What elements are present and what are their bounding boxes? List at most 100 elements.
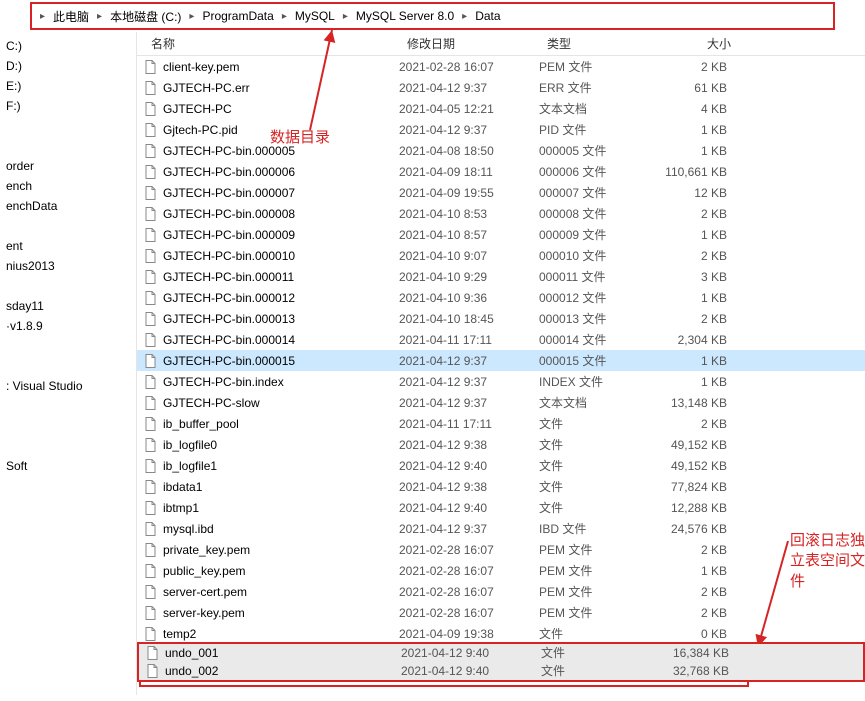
chevron-right-icon: ▸ <box>187 11 196 22</box>
col-header-size[interactable]: 大小 <box>649 35 739 52</box>
file-row[interactable]: GJTECH-PC-bin.0000092021-04-10 8:5700000… <box>137 224 865 245</box>
file-row[interactable]: undo_0022021-04-12 9:40文件32,768 KB <box>137 661 865 682</box>
file-row[interactable]: GJTECH-PC-bin.0000122021-04-10 9:3600001… <box>137 287 865 308</box>
file-size: 1 KB <box>649 144 727 158</box>
file-name: server-key.pem <box>163 606 399 620</box>
file-type: ERR 文件 <box>539 79 649 96</box>
file-icon <box>143 143 159 159</box>
file-date: 2021-04-10 9:07 <box>399 249 539 263</box>
sidebar-item[interactable]: ench <box>0 176 136 196</box>
file-name: mysql.ibd <box>163 522 399 536</box>
crumb-mysql[interactable]: MySQL <box>289 9 341 23</box>
sidebar-item[interactable]: Soft <box>0 456 136 476</box>
file-row[interactable]: temp22021-04-09 19:38文件0 KB <box>137 623 865 644</box>
file-type: 文件 <box>539 499 649 516</box>
file-row[interactable]: ib_buffer_pool2021-04-11 17:11文件2 KB <box>137 413 865 434</box>
file-row[interactable]: client-key.pem2021-02-28 16:07PEM 文件2 KB <box>137 56 865 77</box>
crumb-data[interactable]: Data <box>469 9 506 23</box>
file-date: 2021-04-12 9:38 <box>399 438 539 452</box>
file-name: GJTECH-PC.err <box>163 81 399 95</box>
crumb-drive-c[interactable]: 本地磁盘 (C:) <box>104 8 187 25</box>
file-icon <box>143 122 159 138</box>
file-type: PID 文件 <box>539 121 649 138</box>
file-size: 0 KB <box>649 627 727 641</box>
file-row[interactable]: ibtmp12021-04-12 9:40文件12,288 KB <box>137 497 865 518</box>
sidebar-item[interactable]: order <box>0 156 136 176</box>
file-type: 文件 <box>539 436 649 453</box>
file-size: 4 KB <box>649 102 727 116</box>
sidebar-item <box>0 416 136 436</box>
sidebar-item[interactable]: E:) <box>0 76 136 96</box>
file-name: GJTECH-PC-bin.000013 <box>163 312 399 326</box>
file-row[interactable]: GJTECH-PC-bin.index2021-04-12 9:37INDEX … <box>137 371 865 392</box>
file-row[interactable]: GJTECH-PC-bin.0000142021-04-11 17:110000… <box>137 329 865 350</box>
file-date: 2021-04-12 9:37 <box>399 81 539 95</box>
crumb-this-pc[interactable]: 此电脑 <box>47 8 95 25</box>
file-icon <box>143 227 159 243</box>
nav-sidebar[interactable]: C:)D:)E:)F:) orderenchenchData entnius20… <box>0 32 137 695</box>
file-size: 2 KB <box>649 249 727 263</box>
file-date: 2021-04-10 18:45 <box>399 312 539 326</box>
sidebar-item[interactable]: D:) <box>0 56 136 76</box>
file-row[interactable]: GJTECH-PC-bin.0000082021-04-10 8:5300000… <box>137 203 865 224</box>
file-row[interactable]: ib_logfile02021-04-12 9:38文件49,152 KB <box>137 434 865 455</box>
file-size: 2 KB <box>649 312 727 326</box>
file-date: 2021-04-12 9:40 <box>401 646 541 660</box>
file-row[interactable]: ibdata12021-04-12 9:38文件77,824 KB <box>137 476 865 497</box>
file-row[interactable]: GJTECH-PC-bin.0000152021-04-12 9:3700001… <box>137 350 865 371</box>
file-icon <box>143 269 159 285</box>
sidebar-item[interactable]: nius2013 <box>0 256 136 276</box>
sidebar-item[interactable]: enchData <box>0 196 136 216</box>
file-type: PEM 文件 <box>539 604 649 621</box>
sidebar-item <box>0 396 136 416</box>
breadcrumb[interactable]: ▸ 此电脑 ▸ 本地磁盘 (C:) ▸ ProgramData ▸ MySQL … <box>30 2 835 30</box>
file-type: INDEX 文件 <box>539 373 649 390</box>
file-size: 2 KB <box>649 606 727 620</box>
crumb-programdata[interactable]: ProgramData <box>196 9 279 23</box>
file-icon <box>143 521 159 537</box>
sidebar-item[interactable]: C:) <box>0 36 136 56</box>
file-row[interactable]: public_key.pem2021-02-28 16:07PEM 文件1 KB <box>137 560 865 581</box>
file-row[interactable]: GJTECH-PC-bin.0000072021-04-09 19:550000… <box>137 182 865 203</box>
sidebar-item[interactable]: ent <box>0 236 136 256</box>
sidebar-item <box>0 216 136 236</box>
file-size: 32,768 KB <box>651 664 729 678</box>
file-row[interactable]: mysql.ibd2021-04-12 9:37IBD 文件24,576 KB <box>137 518 865 539</box>
file-row[interactable]: GJTECH-PC.err2021-04-12 9:37ERR 文件61 KB <box>137 77 865 98</box>
chevron-right-icon: ▸ <box>460 11 469 22</box>
sidebar-item[interactable]: ·v1.8.9 <box>0 316 136 336</box>
file-row[interactable]: GJTECH-PC-bin.0000112021-04-10 9:2900001… <box>137 266 865 287</box>
file-date: 2021-04-12 9:37 <box>399 354 539 368</box>
file-row[interactable]: server-cert.pem2021-02-28 16:07PEM 文件2 K… <box>137 581 865 602</box>
file-date: 2021-04-10 8:57 <box>399 228 539 242</box>
col-header-type[interactable]: 类型 <box>539 35 649 52</box>
file-name: GJTECH-PC-bin.000007 <box>163 186 399 200</box>
file-date: 2021-02-28 16:07 <box>399 564 539 578</box>
file-row[interactable]: ib_logfile12021-04-12 9:40文件49,152 KB <box>137 455 865 476</box>
file-row[interactable]: GJTECH-PC2021-04-05 12:21文本文档4 KB <box>137 98 865 119</box>
file-icon <box>143 290 159 306</box>
file-row[interactable]: server-key.pem2021-02-28 16:07PEM 文件2 KB <box>137 602 865 623</box>
col-header-date[interactable]: 修改日期 <box>399 35 539 52</box>
sidebar-item[interactable]: sday11 <box>0 296 136 316</box>
file-row[interactable]: GJTECH-PC-bin.0000102021-04-10 9:0700001… <box>137 245 865 266</box>
file-date: 2021-04-09 19:55 <box>399 186 539 200</box>
file-list-pane: 名称 修改日期 类型 大小 client-key.pem2021-02-28 1… <box>137 32 865 695</box>
file-row[interactable]: GJTECH-PC-bin.0000062021-04-09 18:110000… <box>137 161 865 182</box>
crumb-mysql-server[interactable]: MySQL Server 8.0 <box>350 9 460 23</box>
sidebar-item <box>0 276 136 296</box>
sidebar-item[interactable]: F:) <box>0 96 136 116</box>
file-name: GJTECH-PC-bin.000014 <box>163 333 399 347</box>
file-rows: client-key.pem2021-02-28 16:07PEM 文件2 KB… <box>137 56 865 682</box>
sidebar-item[interactable]: : Visual Studio <box>0 376 136 396</box>
file-type: 000015 文件 <box>539 352 649 369</box>
col-header-name[interactable]: 名称 <box>137 35 399 52</box>
file-row[interactable]: private_key.pem2021-02-28 16:07PEM 文件2 K… <box>137 539 865 560</box>
file-row[interactable]: GJTECH-PC-bin.0000132021-04-10 18:450000… <box>137 308 865 329</box>
file-type: 文件 <box>539 478 649 495</box>
column-headers[interactable]: 名称 修改日期 类型 大小 <box>137 32 865 56</box>
file-row[interactable]: GJTECH-PC-slow2021-04-12 9:37文本文档13,148 … <box>137 392 865 413</box>
file-row[interactable]: Gjtech-PC.pid2021-04-12 9:37PID 文件1 KB <box>137 119 865 140</box>
file-row[interactable]: undo_0012021-04-12 9:40文件16,384 KB <box>137 642 865 663</box>
file-row[interactable]: GJTECH-PC-bin.0000052021-04-08 18:500000… <box>137 140 865 161</box>
